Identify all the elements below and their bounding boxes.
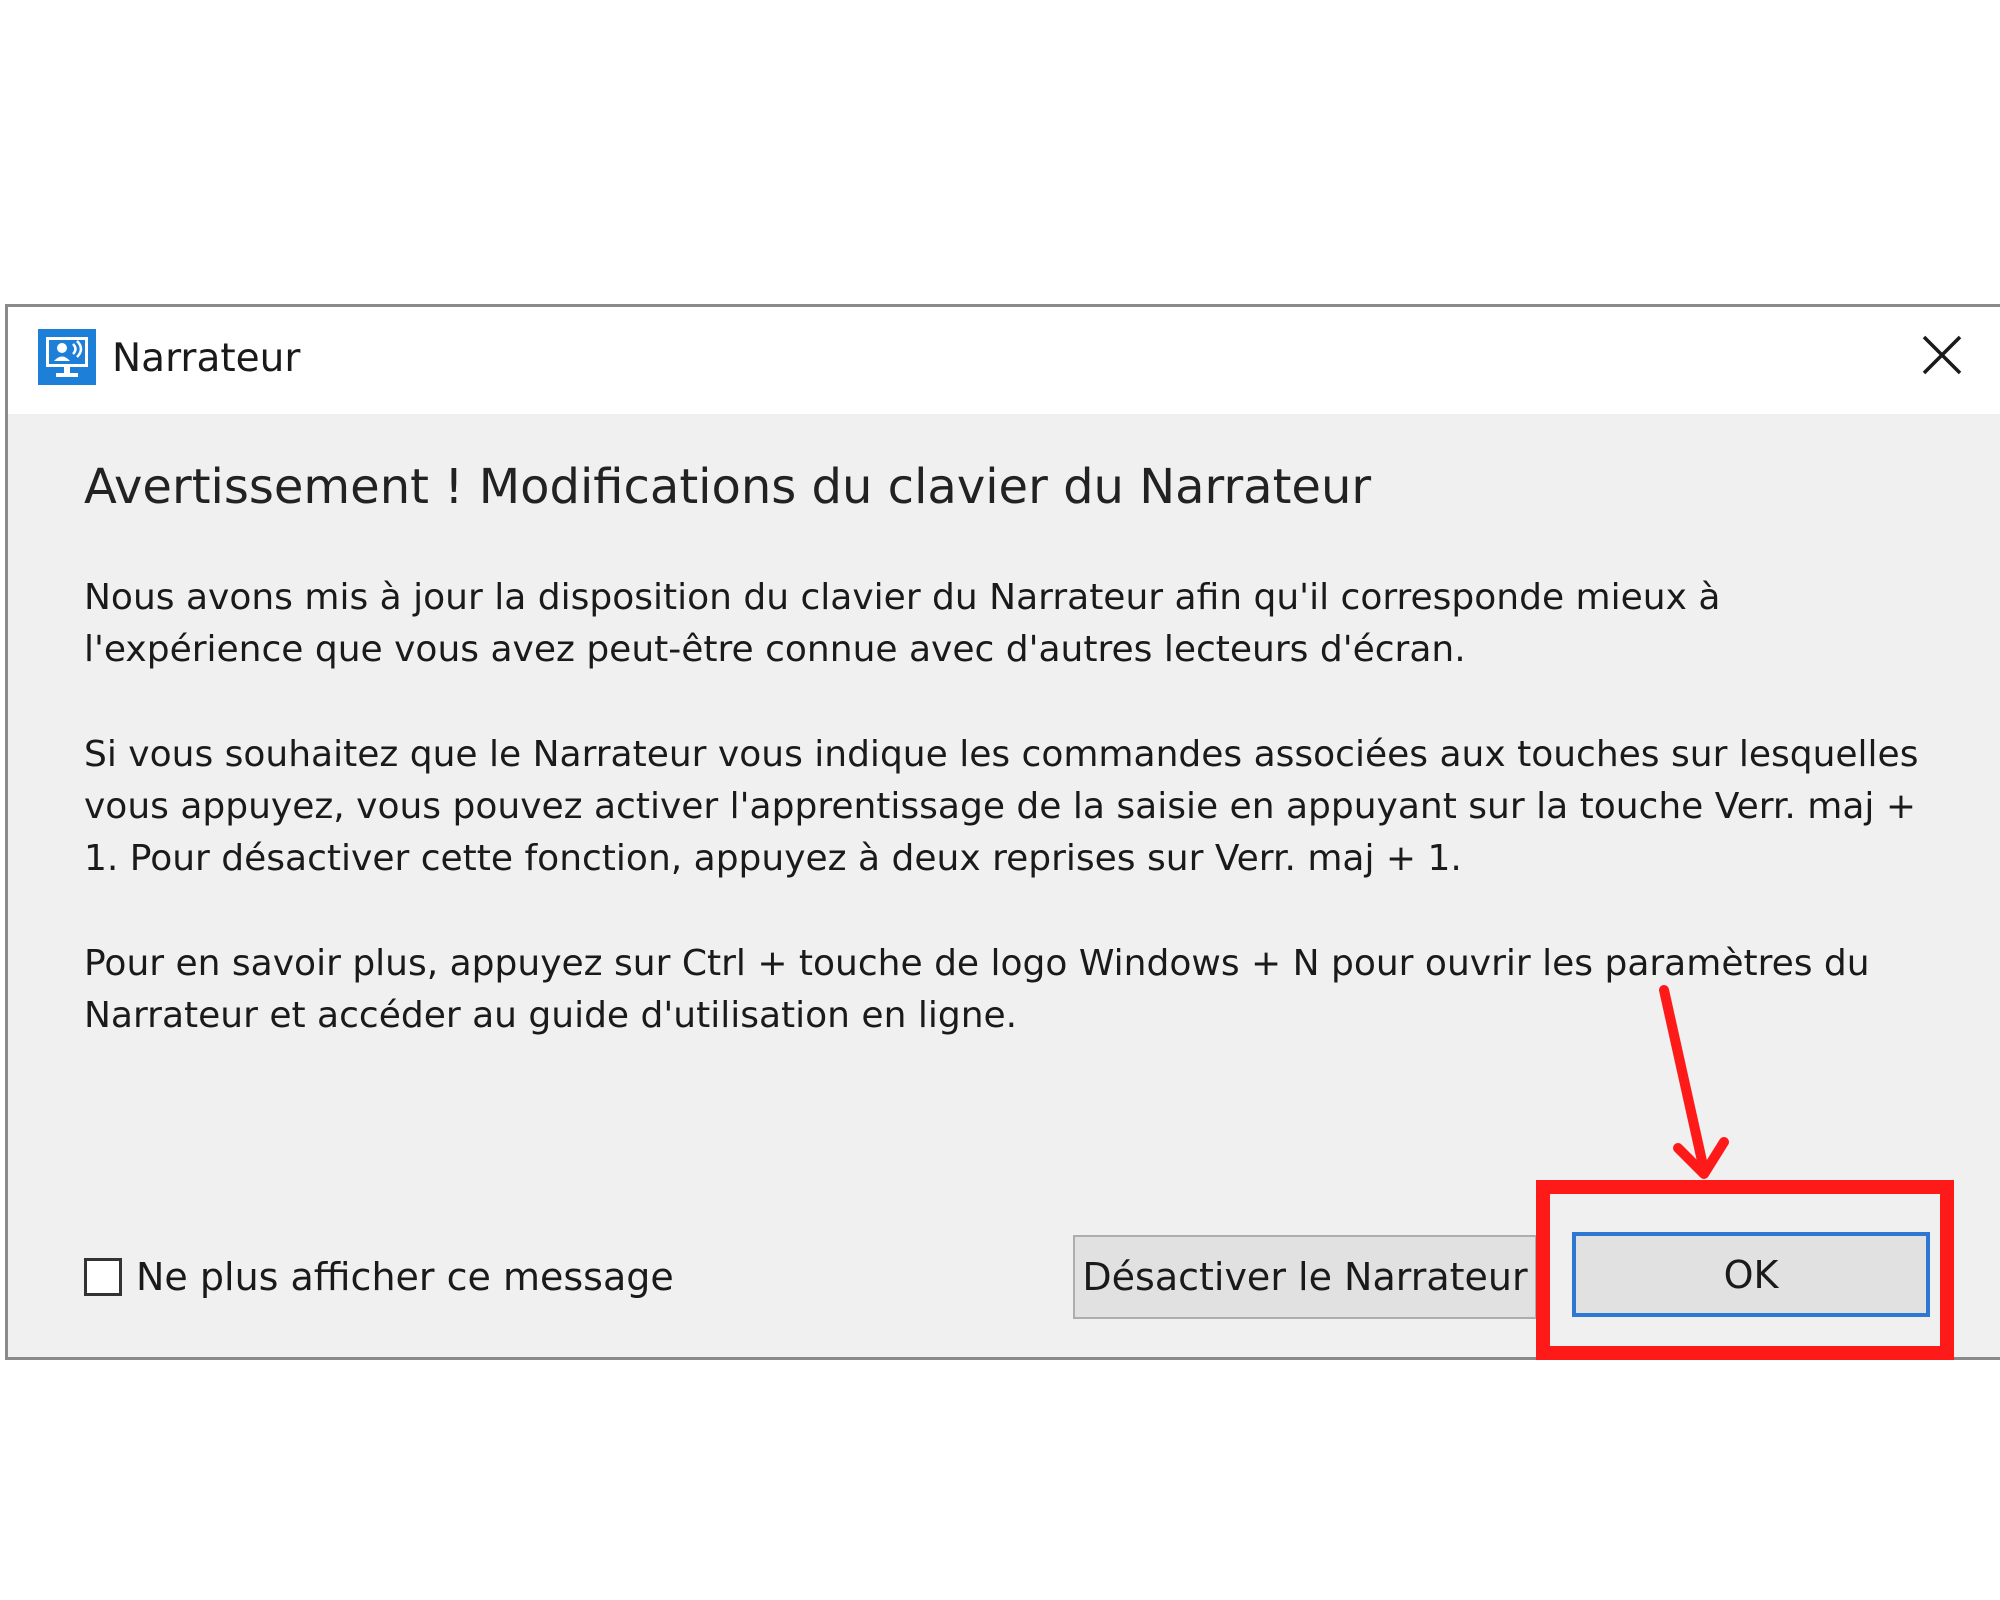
- dont-show-again-checkbox[interactable]: [84, 1258, 122, 1296]
- paragraph-input-learning: Si vous souhaitez que le Narrateur vous …: [84, 734, 1919, 879]
- narrator-app-icon: [38, 329, 96, 385]
- window-title: Narrateur: [112, 336, 301, 381]
- paragraph-keyboard-update: Nous avons mis à jour la disposition du …: [84, 577, 1721, 670]
- ok-button[interactable]: OK: [1572, 1232, 1930, 1317]
- title-bar: Narrateur: [8, 307, 2000, 414]
- dont-show-again-label[interactable]: Ne plus afficher ce message: [136, 1255, 674, 1299]
- dont-show-again-row[interactable]: Ne plus afficher ce message: [84, 1247, 674, 1307]
- disable-narrator-button[interactable]: Désactiver le Narrateur: [1073, 1235, 1537, 1319]
- narrator-dialog: Narrateur Avertissement ! Modifications …: [5, 304, 2000, 1360]
- paragraph-learn-more: Pour en savoir plus, appuyez sur Ctrl + …: [84, 943, 1870, 1036]
- dialog-heading: Avertissement ! Modifications du clavier…: [84, 459, 1372, 515]
- close-icon[interactable]: [1914, 327, 1970, 383]
